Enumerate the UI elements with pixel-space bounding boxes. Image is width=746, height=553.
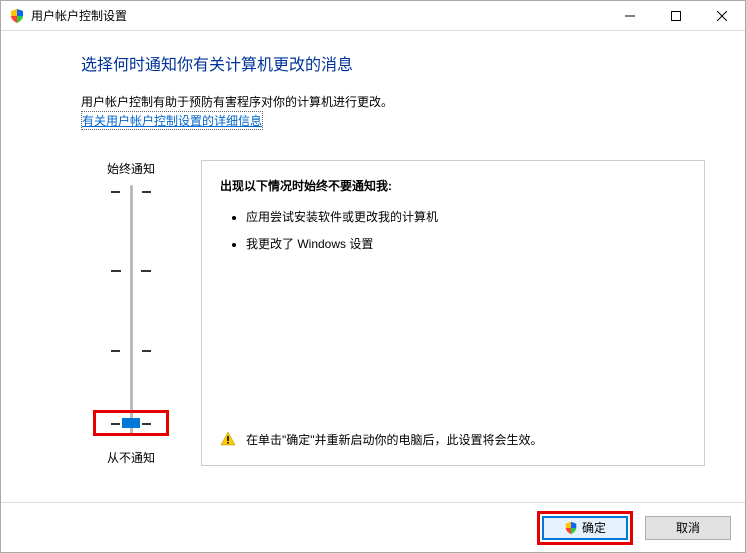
minimize-button[interactable] bbox=[607, 1, 653, 31]
maximize-button[interactable] bbox=[653, 1, 699, 31]
window-controls bbox=[607, 1, 745, 31]
slider-bottom-label: 从不通知 bbox=[107, 449, 155, 466]
slider-top-label: 始终通知 bbox=[107, 160, 155, 177]
content: 选择何时通知你有关计算机更改的消息 用户帐户控制有助于预防有害程序对你的计算机进… bbox=[1, 31, 745, 466]
help-link[interactable]: 有关用户帐户控制设置的详细信息 bbox=[81, 111, 263, 130]
warning-icon bbox=[220, 431, 236, 447]
footer: 确定 取消 bbox=[1, 502, 745, 552]
shield-icon bbox=[9, 8, 25, 24]
page-heading: 选择何时通知你有关计算机更改的消息 bbox=[81, 51, 705, 75]
window-title: 用户帐户控制设置 bbox=[31, 7, 607, 24]
highlight-annotation: 确定 bbox=[537, 511, 633, 545]
cancel-button-label: 取消 bbox=[676, 519, 700, 536]
close-button[interactable] bbox=[699, 1, 745, 31]
info-panel: 出现以下情况时始终不要通知我: 应用尝试安装软件或更改我的计算机 我更改了 Wi… bbox=[201, 160, 705, 466]
slider-column: 始终通知 从不通知 bbox=[81, 160, 181, 466]
titlebar: 用户帐户控制设置 bbox=[1, 1, 745, 31]
warning-text: 在单击"确定"并重新启动你的电脑后，此设置将会生效。 bbox=[246, 431, 543, 449]
ok-button[interactable]: 确定 bbox=[542, 516, 628, 540]
panel-list: 应用尝试安装软件或更改我的计算机 我更改了 Windows 设置 bbox=[220, 208, 686, 262]
ok-button-label: 确定 bbox=[582, 519, 606, 536]
description-text: 用户帐户控制有助于预防有害程序对你的计算机进行更改。 bbox=[81, 93, 705, 111]
slider-area: 始终通知 从不通知 出现以下情况时始终不要通知我: 应用尝试安装软件或更改我的计… bbox=[81, 160, 705, 466]
shield-icon bbox=[564, 521, 578, 535]
slider-thumb[interactable] bbox=[122, 418, 140, 428]
cancel-button[interactable]: 取消 bbox=[645, 516, 731, 540]
list-item: 我更改了 Windows 设置 bbox=[246, 235, 686, 252]
notification-slider[interactable] bbox=[130, 185, 133, 435]
list-item: 应用尝试安装软件或更改我的计算机 bbox=[246, 208, 686, 225]
warning-row: 在单击"确定"并重新启动你的电脑后，此设置将会生效。 bbox=[220, 421, 686, 449]
panel-title: 出现以下情况时始终不要通知我: bbox=[220, 177, 686, 194]
